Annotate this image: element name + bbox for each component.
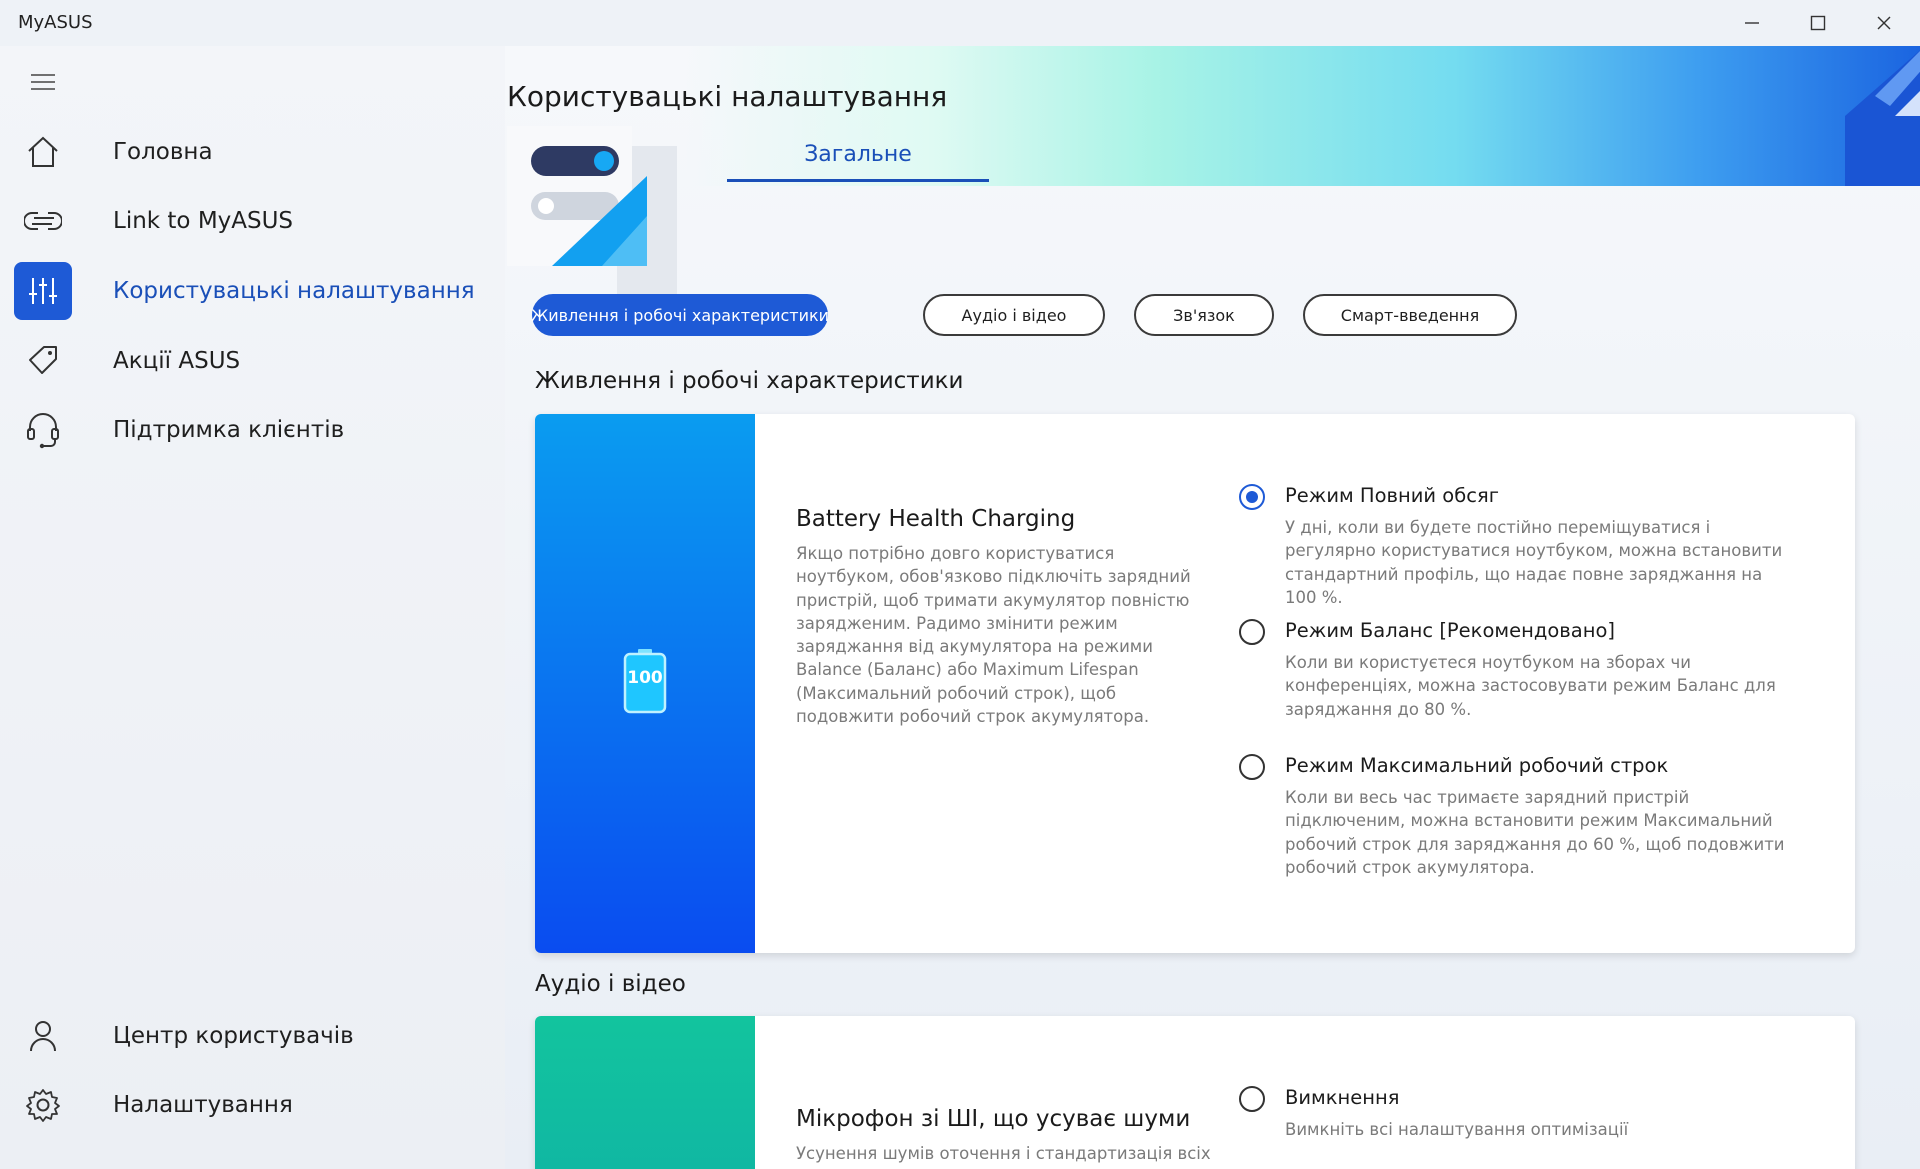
sidebar: Головна Link to MyASUS Користувацькі нал… <box>0 46 505 1169</box>
radio-button[interactable] <box>1239 619 1265 645</box>
chip-smart-input[interactable]: Смарт-введення <box>1303 294 1517 336</box>
feature-title: Мікрофон зі ШІ, що усуває шуми <box>796 1106 1191 1132</box>
option-title: Режим Повний обсяг <box>1285 484 1499 507</box>
hamburger-menu-button[interactable] <box>30 72 56 96</box>
sidebar-item-settings[interactable]: Налаштування <box>0 1074 505 1136</box>
battery-card-banner: 100 <box>535 414 755 953</box>
sidebar-item-label: Налаштування <box>113 1092 293 1118</box>
headset-icon <box>14 401 72 459</box>
radio-button-selected[interactable] <box>1239 484 1265 510</box>
close-button[interactable] <box>1852 0 1916 46</box>
sliders-icon <box>14 262 72 320</box>
feature-title: Battery Health Charging <box>796 506 1076 532</box>
feature-description: Усунення шумів оточення і стандартизація… <box>796 1144 1211 1163</box>
tag-icon <box>14 332 72 390</box>
sidebar-item-custom-settings[interactable]: Користувацькі налаштування <box>0 260 505 322</box>
maximize-icon <box>1810 15 1826 31</box>
chip-audio-video[interactable]: Аудіо і відео <box>923 294 1105 336</box>
option-full-capacity[interactable]: Режим Повний обсяг У дні, коли ви будете… <box>1239 484 1782 607</box>
section-heading: Живлення і робочі характеристики <box>535 368 964 394</box>
option-disable[interactable]: Вимкнення Вимкніть всі налаштування опти… <box>1239 1086 1779 1156</box>
audio-card-banner <box>535 1016 755 1169</box>
hamburger-icon <box>31 74 55 90</box>
radio-button[interactable] <box>1239 1086 1265 1112</box>
sidebar-item-label: Головна <box>113 139 213 165</box>
link-icon <box>14 192 72 250</box>
option-description: Вимкніть всі налаштування оптимізації <box>1285 1120 1629 1139</box>
title-bar: MyASUS <box>0 0 1920 46</box>
sidebar-item-home[interactable]: Головна <box>0 121 505 183</box>
option-balanced[interactable]: Режим Баланс [Рекомендовано] Коли ви кор… <box>1239 619 1779 729</box>
banner-corner-decoration <box>1845 50 1920 186</box>
sidebar-item-label: Підтримка клієнтів <box>113 417 345 443</box>
close-icon <box>1877 16 1891 30</box>
ai-noise-cancel-card: Мікрофон зі ШІ, що усуває шуми Усунення … <box>535 1016 1855 1169</box>
option-title: Вимкнення <box>1285 1086 1400 1109</box>
sidebar-item-label: Link to MyASUS <box>113 208 294 234</box>
page-title: Користувацькі налаштування <box>507 80 948 113</box>
radio-button[interactable] <box>1239 754 1265 780</box>
battery-icon: 100 <box>623 648 667 714</box>
settings-illustration <box>507 126 677 306</box>
minimize-icon <box>1745 22 1759 24</box>
battery-level-label: 100 <box>627 668 663 688</box>
battery-health-card: 100 Battery Health Charging Якщо потрібн… <box>535 414 1855 953</box>
app-title: MyASUS <box>18 12 93 33</box>
sidebar-item-label: Центр користувачів <box>113 1023 354 1049</box>
option-title: Режим Максимальний робочий строк <box>1285 754 1669 777</box>
sidebar-item-label: Акції ASUS <box>113 348 241 374</box>
option-title: Режим Баланс [Рекомендовано] <box>1285 619 1615 642</box>
option-description: Коли ви користуєтеся ноутбуком на зборах… <box>1285 653 1776 719</box>
sidebar-item-label: Користувацькі налаштування <box>113 278 475 304</box>
feature-description: Якщо потрібно довго користуватися ноутбу… <box>796 544 1191 727</box>
user-icon <box>14 1007 72 1065</box>
home-icon <box>14 123 72 181</box>
sidebar-item-link-to-myasus[interactable]: Link to MyASUS <box>0 190 505 252</box>
maximize-button[interactable] <box>1786 0 1850 46</box>
sidebar-item-support[interactable]: Підтримка клієнтів <box>0 399 505 461</box>
minimize-button[interactable] <box>1720 0 1784 46</box>
option-maximum-lifespan[interactable]: Режим Максимальний робочий строк Коли ви… <box>1239 754 1785 884</box>
tab-general[interactable]: Загальне <box>727 130 989 182</box>
chip-power-performance[interactable]: Живлення і робочі характеристики <box>531 294 829 336</box>
option-description: У дні, коли ви будете постійно переміщув… <box>1285 518 1783 607</box>
option-description: Коли ви весь час тримаєте зарядний прист… <box>1285 788 1785 877</box>
section-heading: Аудіо і відео <box>535 971 686 997</box>
gear-icon <box>14 1076 72 1134</box>
sidebar-item-user-center[interactable]: Центр користувачів <box>0 1005 505 1067</box>
sidebar-item-promotions[interactable]: Акції ASUS <box>0 330 505 392</box>
chip-connectivity[interactable]: Зв'язок <box>1134 294 1274 336</box>
main-content: Користувацькі налаштування Загальне Живл… <box>505 46 1920 1169</box>
